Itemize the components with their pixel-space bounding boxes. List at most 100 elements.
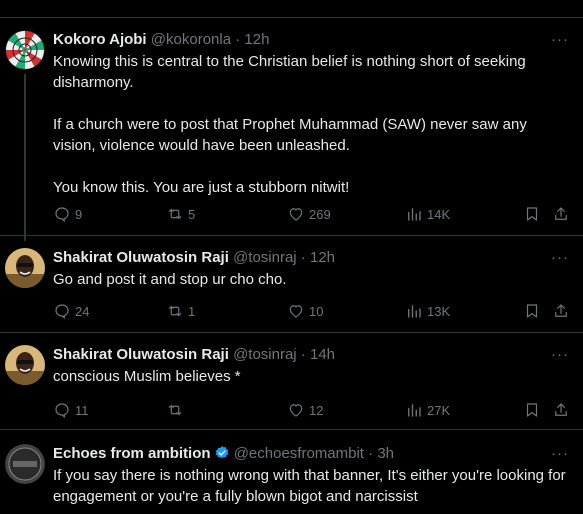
bookmark-button[interactable] bbox=[523, 204, 541, 224]
reply-count: 11 bbox=[75, 402, 89, 418]
reply-icon bbox=[55, 207, 69, 223]
share-button[interactable] bbox=[552, 400, 570, 420]
reply-button[interactable]: 11 bbox=[53, 400, 89, 420]
separator: · bbox=[231, 31, 245, 48]
display-name[interactable]: Echoes from ambition bbox=[53, 445, 211, 462]
tweet-paragraph: Go and post it and stop ur cho cho. bbox=[53, 271, 287, 288]
share-icon bbox=[555, 304, 567, 317]
separator: · bbox=[363, 445, 378, 462]
tweet-header: Shakirat Oluwatosin Raji @tosinraj · 12h bbox=[53, 248, 335, 268]
display-name[interactable]: Shakirat Oluwatosin Raji bbox=[53, 346, 229, 363]
avatar[interactable] bbox=[5, 444, 45, 484]
display-name[interactable]: Shakirat Oluwatosin Raji bbox=[53, 249, 229, 266]
like-count: 269 bbox=[309, 206, 331, 222]
bookmark-icon bbox=[526, 207, 538, 221]
handle[interactable]: @tosinraj bbox=[233, 346, 297, 363]
action-bar: 24 1 10 13K bbox=[53, 301, 573, 321]
heart-icon bbox=[289, 404, 303, 417]
reply-count: 9 bbox=[75, 206, 83, 222]
views-button[interactable]: 13K bbox=[405, 301, 450, 321]
tweet-echoes-from-ambition[interactable]: Echoes from ambition @echoesfromambit · … bbox=[0, 430, 583, 514]
top-divider bbox=[0, 0, 583, 18]
analytics-icon bbox=[408, 305, 421, 318]
bookmark-icon bbox=[526, 403, 538, 417]
reply-button[interactable]: 24 bbox=[53, 301, 89, 321]
thread-line bbox=[24, 224, 26, 234]
action-bar: 9 5 269 14K bbox=[53, 204, 573, 224]
share-icon bbox=[555, 207, 567, 220]
repost-count: 5 bbox=[188, 206, 196, 222]
tweet-shakirat-2[interactable]: Shakirat Oluwatosin Raji @tosinraj · 14h… bbox=[0, 333, 583, 430]
views-button[interactable]: 14K bbox=[405, 204, 450, 224]
reply-button[interactable]: 9 bbox=[53, 204, 82, 224]
handle[interactable]: @kokoronla bbox=[151, 31, 231, 48]
more-options-icon[interactable]: ··· bbox=[551, 345, 569, 365]
bookmark-button[interactable] bbox=[523, 400, 541, 420]
reply-count: 24 bbox=[75, 303, 90, 319]
timestamp[interactable]: 3h bbox=[377, 445, 394, 462]
repost-button[interactable]: 5 bbox=[166, 204, 195, 224]
view-count: 27K bbox=[427, 402, 451, 418]
analytics-icon bbox=[408, 208, 421, 221]
share-button[interactable] bbox=[552, 204, 570, 224]
avatar[interactable] bbox=[5, 248, 45, 288]
tweet-paragraph: conscious Muslim believes * bbox=[53, 368, 241, 385]
views-button[interactable]: 27K bbox=[405, 400, 450, 420]
avatar[interactable] bbox=[5, 345, 45, 385]
tweet-text: conscious Muslim believes * bbox=[53, 366, 568, 387]
more-options-icon[interactable]: ··· bbox=[551, 30, 569, 50]
tweet-paragraph: If you say there is nothing wrong with t… bbox=[53, 467, 566, 505]
tweet-text: If you say there is nothing wrong with t… bbox=[53, 465, 568, 507]
tweet-text: Go and post it and stop ur cho cho. bbox=[53, 269, 568, 290]
tweet-header: Shakirat Oluwatosin Raji @tosinraj · 14h bbox=[53, 345, 335, 365]
avatar[interactable] bbox=[5, 30, 45, 70]
echoes-logo-image bbox=[5, 444, 45, 484]
view-count: 13K bbox=[427, 303, 451, 319]
tweet-header: Echoes from ambition @echoesfromambit · … bbox=[53, 444, 394, 464]
display-name[interactable]: Kokoro Ajobi bbox=[53, 31, 147, 48]
like-count: 12 bbox=[309, 402, 324, 418]
more-options-icon[interactable]: ··· bbox=[551, 248, 569, 268]
tweet-paragraph: Knowing this is central to the Christian… bbox=[53, 53, 526, 91]
like-button[interactable]: 10 bbox=[287, 301, 323, 321]
repost-icon bbox=[168, 208, 182, 220]
timestamp[interactable]: 12h bbox=[244, 31, 269, 48]
handle[interactable]: @echoesfromambit bbox=[234, 445, 364, 462]
reply-icon bbox=[55, 403, 69, 419]
repost-button[interactable]: 1 bbox=[166, 301, 195, 321]
more-options-icon[interactable]: ··· bbox=[551, 444, 569, 464]
repost-icon bbox=[168, 404, 182, 416]
analytics-icon bbox=[408, 404, 421, 417]
thread-line bbox=[24, 74, 26, 241]
tweet-paragraph: If a church were to post that Prophet Mu… bbox=[53, 116, 527, 154]
timestamp[interactable]: 12h bbox=[310, 249, 335, 266]
tweet-shakirat-1[interactable]: Shakirat Oluwatosin Raji @tosinraj · 12h… bbox=[0, 224, 583, 333]
profile-photo bbox=[5, 345, 45, 385]
profile-photo bbox=[5, 248, 45, 288]
tweet-kokoro-ajobi[interactable]: Kokoro Ajobi @kokoronla · 12h ··· Knowin… bbox=[0, 18, 583, 241]
handle[interactable]: @tosinraj bbox=[233, 249, 297, 266]
share-button[interactable] bbox=[552, 301, 570, 321]
view-count: 14K bbox=[427, 206, 451, 222]
tweet-header: Kokoro Ajobi @kokoronla · 12h bbox=[53, 30, 269, 50]
verified-badge-icon bbox=[215, 446, 228, 459]
tweet-text: Knowing this is central to the Christian… bbox=[53, 51, 568, 198]
like-button[interactable]: 269 bbox=[287, 204, 331, 224]
separator: · bbox=[296, 346, 310, 363]
action-bar: 11 12 27K bbox=[53, 400, 573, 420]
heart-icon bbox=[289, 208, 303, 221]
bookmark-button[interactable] bbox=[523, 301, 541, 321]
dartboard-avatar-image bbox=[5, 30, 45, 70]
like-button[interactable]: 12 bbox=[287, 400, 323, 420]
repost-icon bbox=[168, 305, 182, 317]
tweet-paragraph: You know this. You are just a stubborn n… bbox=[53, 179, 350, 196]
bookmark-icon bbox=[526, 304, 538, 318]
heart-icon bbox=[289, 305, 303, 318]
like-count: 10 bbox=[309, 303, 324, 319]
repost-button[interactable] bbox=[166, 400, 188, 420]
reply-icon bbox=[55, 304, 69, 320]
repost-count: 1 bbox=[188, 303, 196, 319]
separator: · bbox=[296, 249, 310, 266]
timestamp[interactable]: 14h bbox=[310, 346, 335, 363]
share-icon bbox=[555, 403, 567, 416]
